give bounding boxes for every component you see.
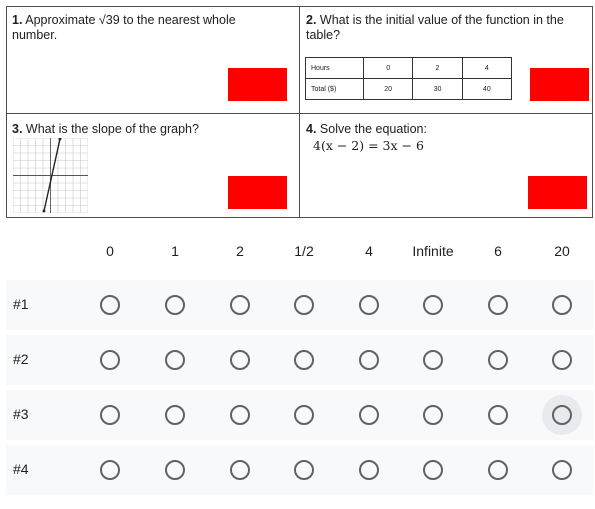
question-4-equation: 4(x − 2) = 3x − 6	[313, 138, 424, 153]
grid-row: #3	[6, 390, 594, 440]
column-header: Infinite	[412, 243, 454, 259]
radio-button[interactable]	[552, 295, 572, 315]
coordinate-graph	[13, 138, 88, 213]
radio-button[interactable]	[423, 405, 443, 425]
question-3: 3. What is the slope of the graph?	[12, 122, 282, 137]
radio-button[interactable]	[552, 350, 572, 370]
radio-button[interactable]	[230, 460, 250, 480]
table-cell: 30	[412, 78, 463, 100]
answer-box-4	[528, 176, 587, 209]
radio-button[interactable]	[423, 460, 443, 480]
question-4-number: 4.	[306, 122, 317, 136]
column-header: 4	[365, 243, 373, 259]
table-cell: 4	[461, 57, 513, 79]
question-2-number: 2.	[306, 13, 317, 27]
radio-button[interactable]	[294, 350, 314, 370]
question-4-text: Solve the equation:	[319, 122, 427, 136]
table-cell: Hours	[305, 57, 364, 79]
question-1-text: Approximate √39 to the nearest whole num…	[12, 13, 236, 42]
radio-button[interactable]	[359, 405, 379, 425]
row-label: #1	[13, 296, 29, 312]
divider-horizontal	[7, 113, 592, 114]
radio-button[interactable]	[230, 405, 250, 425]
radio-button[interactable]	[552, 405, 572, 425]
table-cell: Total ($)	[305, 78, 364, 100]
radio-button[interactable]	[100, 350, 120, 370]
value-table: Hours 0 2 4 Total ($) 20 30 40	[305, 57, 513, 100]
radio-button[interactable]	[488, 460, 508, 480]
question-4: 4. Solve the equation:	[306, 122, 576, 137]
radio-button[interactable]	[294, 295, 314, 315]
radio-button[interactable]	[488, 350, 508, 370]
radio-button[interactable]	[294, 460, 314, 480]
radio-button[interactable]	[423, 295, 443, 315]
value-table-row: Hours 0 2 4	[305, 57, 513, 79]
question-3-text: What is the slope of the graph?	[25, 122, 199, 136]
radio-button[interactable]	[359, 460, 379, 480]
answer-box-3	[228, 176, 287, 209]
table-cell: 40	[461, 78, 513, 100]
value-table-row: Total ($) 20 30 40	[305, 78, 513, 100]
radio-button[interactable]	[294, 405, 314, 425]
question-2-text: What is the initial value of the functio…	[306, 13, 564, 42]
radio-button[interactable]	[552, 460, 572, 480]
grid-row: #2	[6, 335, 594, 385]
radio-button[interactable]	[100, 295, 120, 315]
grid-row: #1	[6, 280, 594, 330]
table-cell: 20	[362, 78, 414, 100]
radio-button[interactable]	[165, 295, 185, 315]
radio-button[interactable]	[359, 295, 379, 315]
question-2: 2. What is the initial value of the func…	[306, 13, 586, 43]
question-1-number: 1.	[12, 13, 23, 27]
radio-button[interactable]	[488, 295, 508, 315]
column-header: 0	[106, 243, 114, 259]
answer-box-1	[228, 68, 287, 101]
radio-button[interactable]	[488, 405, 508, 425]
radio-button[interactable]	[423, 350, 443, 370]
radio-button[interactable]	[230, 350, 250, 370]
row-label: #2	[13, 351, 29, 367]
column-header: 20	[554, 243, 570, 259]
radio-button[interactable]	[359, 350, 379, 370]
radio-button[interactable]	[165, 350, 185, 370]
row-label: #4	[13, 461, 29, 477]
column-header: 2	[236, 243, 244, 259]
question-3-number: 3.	[12, 122, 23, 136]
question-image: 1. Approximate √39 to the nearest whole …	[6, 6, 593, 218]
grid-row: #4	[6, 445, 594, 495]
divider-vertical	[299, 7, 300, 217]
radio-button[interactable]	[100, 460, 120, 480]
radio-button[interactable]	[100, 405, 120, 425]
question-1: 1. Approximate √39 to the nearest whole …	[12, 13, 282, 43]
radio-button[interactable]	[230, 295, 250, 315]
column-header: 1/2	[294, 243, 314, 259]
table-cell: 2	[412, 57, 463, 79]
radio-button[interactable]	[165, 460, 185, 480]
row-label: #3	[13, 406, 29, 422]
radio-button[interactable]	[165, 405, 185, 425]
answer-box-2	[530, 68, 589, 101]
column-header: 1	[171, 243, 179, 259]
column-header: 6	[494, 243, 502, 259]
table-cell: 0	[362, 57, 414, 79]
